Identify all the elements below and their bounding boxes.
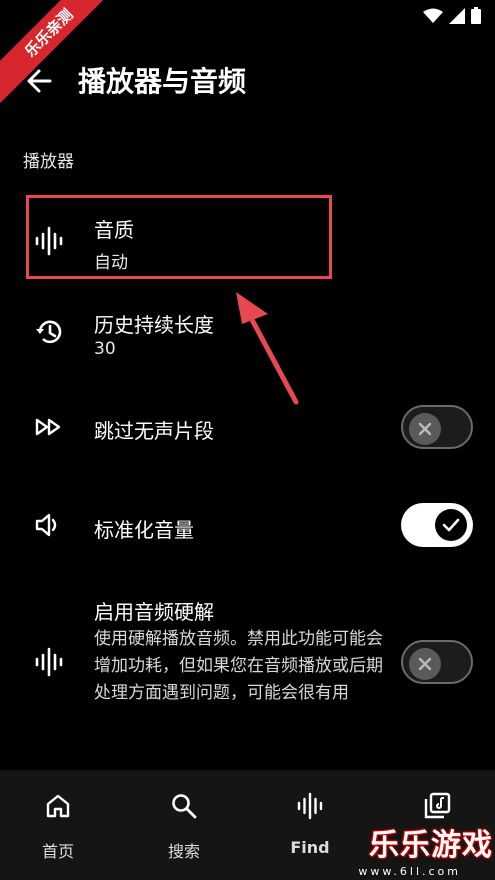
home-icon [46, 794, 70, 818]
setting-value: 30 [94, 339, 116, 359]
volume-icon [35, 513, 57, 537]
setting-label: 历史持续长度 [94, 313, 214, 337]
setting-label: 启用音频硬解 [94, 600, 214, 624]
app-header: 播放器与音频 [0, 52, 495, 108]
annotation-arrow [236, 292, 299, 405]
battery-icon [471, 7, 481, 24]
setting-label: 跳过无声片段 [94, 419, 214, 443]
wifi-icon [423, 8, 443, 23]
section-title: 播放器 [23, 152, 74, 172]
nav-label: 搜索 [167, 842, 200, 861]
setting-skip-silence[interactable]: 跳过无声片段 [0, 395, 495, 461]
nav-home[interactable]: 首页 [8, 770, 108, 880]
toggle-knob [409, 413, 441, 445]
waveform-icon [297, 792, 323, 820]
skip-silence-toggle[interactable] [401, 405, 473, 449]
toggle-knob [409, 648, 441, 680]
highlight-box [26, 195, 332, 279]
page-title: 播放器与音频 [78, 65, 247, 98]
fast-forward-icon [35, 418, 61, 436]
nav-label: Find [290, 838, 330, 857]
setting-audio-hw-decode[interactable]: 启用音频硬解 使用硬解播放音频。禁用此功能可能会增加功耗，但如果您在音频播放或后… [0, 590, 495, 740]
brand-watermark: 乐乐游戏 [369, 828, 493, 863]
toggle-knob [435, 509, 467, 541]
search-icon [172, 794, 197, 819]
close-icon [418, 657, 432, 671]
close-icon [418, 422, 432, 436]
normalize-volume-toggle[interactable] [401, 503, 473, 547]
hw-decode-toggle[interactable] [401, 640, 473, 684]
setting-normalize-volume[interactable]: 标准化音量 [0, 494, 495, 560]
brand-watermark-url: www.6ll.com [358, 865, 461, 878]
setting-label: 标准化音量 [94, 518, 194, 542]
nav-label: 首页 [41, 842, 74, 861]
nav-search[interactable]: 搜索 [134, 770, 234, 880]
check-icon [442, 518, 460, 532]
setting-description: 使用硬解播放音频。禁用此功能可能会增加功耗，但如果您在音频播放或后期处理方面遇到… [94, 629, 383, 703]
nav-find[interactable]: Find [260, 770, 360, 880]
signal-icon [449, 7, 465, 24]
back-arrow-icon[interactable] [24, 66, 54, 96]
waveform-icon [35, 647, 63, 677]
history-icon [36, 320, 62, 344]
library-icon [424, 792, 451, 819]
